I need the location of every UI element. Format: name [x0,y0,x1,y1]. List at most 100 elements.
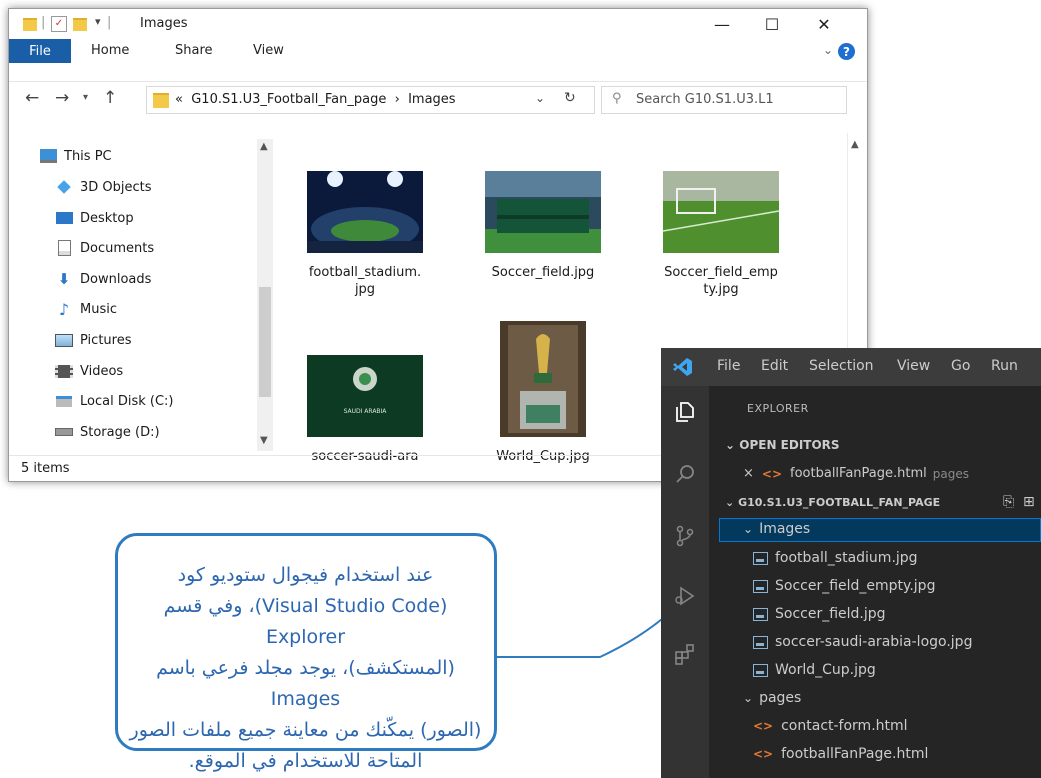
help-icon[interactable]: ? [838,43,855,60]
folder-pages[interactable]: ⌄ pages [743,690,801,706]
scroll-up-icon[interactable]: ▲ [260,141,268,152]
scroll-up-icon[interactable]: ▲ [851,139,859,150]
overflow-chevron[interactable]: « [175,92,183,107]
disk-icon [55,394,73,408]
menu-view[interactable]: View [897,358,930,374]
vscode-logo-icon [673,358,692,376]
tab-view[interactable]: View [253,43,284,58]
file-name-cont: jpg [354,282,376,297]
maximize-button[interactable]: ☐ [749,9,795,39]
open-editors-header[interactable]: ⌄ OPEN EDITORS [725,438,840,452]
menu-edit[interactable]: Edit [761,358,788,374]
recent-locations-icon[interactable]: ▾ [83,92,88,103]
folder-label: pages [759,690,802,706]
close-icon[interactable]: × [743,466,754,481]
nav-scroll-thumb[interactable] [259,287,271,397]
properties-icon[interactable]: ✓ [51,16,67,32]
callout-line: (Visual Studio Code)، وفي قسم Explorer [163,595,448,648]
forward-arrow-icon[interactable]: → [55,88,69,108]
address-bar[interactable]: « G10.S1.U3_Football_Fan_page › Images ⌄… [146,86,595,114]
tree-file[interactable]: football_stadium.jpg [753,550,918,566]
chevron-down-icon: ⌄ [725,438,736,452]
nav-item-documents[interactable]: Documents [55,237,154,259]
menu-file[interactable]: File [717,358,740,374]
refresh-icon[interactable]: ↻ [564,90,576,106]
address-row: ← → ▾ ↑ « G10.S1.U3_Football_Fan_page › … [9,81,867,116]
search-input[interactable]: Search G10.S1.U3.L1 [636,92,774,107]
run-debug-icon[interactable] [673,584,697,608]
breadcrumb-separator: › [394,92,400,107]
tab-share[interactable]: Share [175,43,213,58]
minimize-button[interactable]: — [699,9,745,39]
html-file-icon: <> [761,466,783,481]
tab-file[interactable]: File [9,39,71,63]
nav-item-videos[interactable]: Videos [55,360,123,382]
activity-bar [661,386,709,778]
menu-run[interactable]: Run [991,358,1018,374]
nav-item-downloads[interactable]: ⬇ Downloads [55,268,152,290]
up-arrow-icon[interactable]: ↑ [103,88,117,108]
nav-label: This PC [64,148,112,164]
tree-file[interactable]: <> footballFanPage.html [753,746,928,762]
nav-item-music[interactable]: ♪ Music [55,298,117,320]
tree-file[interactable]: soccer-saudi-arabia-logo.jpg [753,634,972,650]
breadcrumb-parent[interactable]: G10.S1.U3_Football_Fan_page [191,92,386,107]
menu-go[interactable]: Go [951,358,970,374]
nav-item-storage[interactable]: Storage (D:) [55,421,160,443]
callout-box: عند استخدام فيجوال ستوديو كود (Visual St… [115,533,497,772]
file-item[interactable]: SAUDI ARABIA soccer-saudi-ara [305,355,425,465]
project-label: G10.S1.U3_FOOTBALL_FAN_PAGE [738,496,941,509]
image-file-icon [753,635,768,649]
menu-selection[interactable]: Selection [809,358,874,374]
breadcrumb-current[interactable]: Images [408,92,456,107]
search-box[interactable]: ⚲ Search G10.S1.U3.L1 [601,86,847,114]
project-folder-header[interactable]: ⌄ G10.S1.U3_FOOTBALL_FAN_PAGE [725,496,940,509]
file-label: Soccer_field_empty.jpg [775,578,936,594]
search-icon[interactable] [673,462,697,486]
new-folder-icon[interactable] [73,18,87,31]
desktop-icon [55,211,73,225]
nav-item-3d-objects[interactable]: 3D Objects [55,176,152,198]
file-label: footballFanPage.html [781,746,929,762]
folder-icon [23,18,37,31]
file-item[interactable]: Soccer_field.jpg [483,171,603,281]
source-control-icon[interactable] [673,524,697,548]
ribbon-tabs: File Home Share View ⌄ ? [9,39,867,63]
nav-item-this-pc[interactable]: This PC [39,145,112,167]
goal-field-thumbnail [662,171,780,253]
folder-images[interactable]: ⌄ Images [743,521,810,537]
file-name: Soccer_field.jpg [491,265,595,280]
tree-file[interactable]: Soccer_field_empty.jpg [753,578,935,594]
nav-label: Storage (D:) [80,424,160,440]
title-bar: | ✓ ▾ | Images — ☐ ✕ [9,9,867,39]
explorer-files-icon[interactable] [673,400,697,424]
file-label: Soccer_field.jpg [775,606,886,622]
drive-icon [55,425,73,439]
nav-item-desktop[interactable]: Desktop [55,207,134,229]
tree-file[interactable]: <> contact-form.html [753,718,908,734]
close-button[interactable]: ✕ [801,9,847,39]
file-item[interactable]: Soccer_field_emp ty.jpg [661,171,781,298]
quick-access-dropdown-icon[interactable]: ▾ [95,15,101,28]
file-name: football_stadium. [308,265,422,280]
extensions-icon[interactable] [673,642,697,666]
new-folder-icon[interactable]: ⊞ [1023,494,1035,510]
back-arrow-icon[interactable]: ← [25,88,39,108]
file-item[interactable]: football_stadium. jpg [305,171,425,298]
tab-home[interactable]: Home [91,43,129,58]
ribbon-expand-icon[interactable]: ⌄ [823,43,833,57]
nav-label: Pictures [80,332,132,348]
file-item[interactable]: World_Cup.jpg [483,321,603,465]
tree-file[interactable]: World_Cup.jpg [753,662,876,678]
open-editor-item[interactable]: × <> footballFanPage.html pages [743,466,969,481]
nav-label: Music [80,301,117,317]
new-file-icon[interactable]: ⎘ [1003,494,1014,510]
scroll-down-icon[interactable]: ▼ [260,435,268,446]
saudi-logo-thumbnail: SAUDI ARABIA [307,355,423,437]
address-dropdown-icon[interactable]: ⌄ [535,91,545,105]
tree-file[interactable]: Soccer_field.jpg [753,606,886,622]
separator: | [107,15,112,30]
nav-item-local-disk[interactable]: Local Disk (C:) [55,390,173,412]
nav-item-pictures[interactable]: Pictures [55,329,131,351]
window-title: Images [140,16,188,31]
